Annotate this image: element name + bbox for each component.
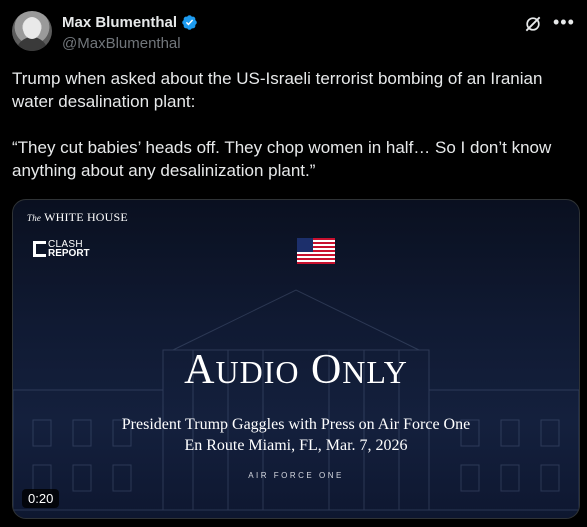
subtitle-line: President Trump Gaggles with Press on Ai… — [121, 416, 471, 433]
author-name-row[interactable]: Max Blumenthal — [62, 14, 198, 31]
tweet-paragraph: “They cut babies’ heads off. They chop w… — [12, 138, 552, 180]
clash-logo-mark — [33, 241, 46, 257]
audio-only-title: AUDIO ONLY — [184, 347, 408, 393]
subtitle-line: En Route Miami, FL, Mar. 7, 2026 — [184, 437, 408, 454]
air-force-one-caption: AIR FORCE ONE — [248, 471, 344, 480]
tweet-text: Trump when asked about the US-Israeli te… — [12, 67, 572, 182]
author-display-name[interactable]: Max Blumenthal — [62, 14, 177, 31]
video-player[interactable]: The WHITE HOUSE CLASH REPORT AUDIO ONLY … — [12, 199, 580, 519]
video-duration: 0:20 — [22, 489, 60, 508]
clash-report-logo: CLASH REPORT — [33, 240, 90, 259]
avatar[interactable] — [12, 11, 52, 51]
author-handle[interactable]: @MaxBlumenthal — [62, 35, 181, 52]
tweet-header: Max Blumenthal @MaxBlumenthal ••• — [12, 11, 574, 55]
white-house-silhouette — [13, 289, 579, 511]
verified-badge-icon — [182, 15, 197, 30]
video-subtitle: President Trump Gaggles with Press on Ai… — [13, 414, 579, 456]
us-flag-icon — [297, 238, 335, 264]
tweet-paragraph: Trump when asked about the US-Israeli te… — [12, 69, 543, 111]
more-icon[interactable]: ••• — [553, 13, 574, 33]
white-house-logo: The WHITE HOUSE — [27, 210, 128, 224]
grok-icon[interactable] — [523, 14, 543, 34]
